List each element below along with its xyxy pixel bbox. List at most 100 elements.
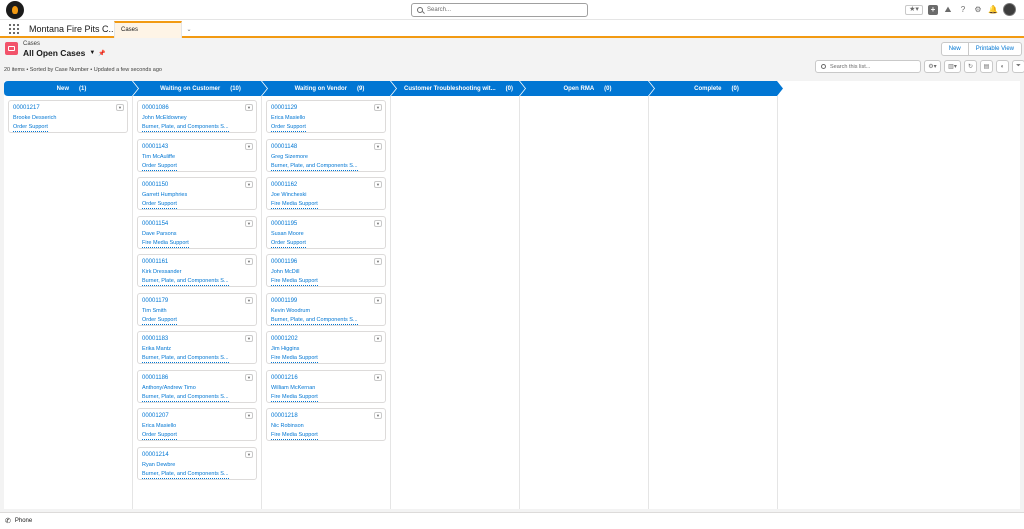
case-card[interactable]: 00001216 William McKernan Fire Media Suppo… — [266, 369, 386, 403]
case-number-link[interactable]: 00001162 — [271, 181, 381, 189]
case-card[interactable]: 00001202 Jim Higgins Fire Media Support ▼ — [266, 331, 386, 364]
case-card[interactable]: 00001196 John McDill Fire Media Support ▼ — [266, 254, 386, 287]
refresh-icon[interactable]: ↻ — [964, 60, 977, 73]
card-menu-chevron-icon[interactable]: ▼ — [245, 181, 253, 188]
case-card[interactable]: 00001143 Tim McAuliffe Order Support ▼ — [137, 138, 257, 172]
case-card[interactable]: 00001086 John McEldowney Burner, Plate, an… — [137, 100, 257, 133]
setup-gear-icon[interactable]: ⚙ — [973, 5, 983, 15]
stage-header[interactable]: Open RMA (0) — [520, 81, 655, 96]
list-search-input[interactable]: Search this list... — [815, 60, 921, 73]
case-number-link[interactable]: 00001186 — [142, 374, 252, 382]
app-launcher-icon[interactable] — [9, 24, 19, 34]
case-card[interactable]: 00001161 Kirk Dressander Burner, Plate, an… — [137, 254, 257, 287]
contact-name-link[interactable]: Tim Smith — [142, 307, 252, 316]
kanban-settings-icon[interactable]: ▤ — [980, 60, 993, 73]
case-number-link[interactable]: 00001143 — [142, 143, 252, 151]
case-card[interactable]: 00001148 Greg Sizemore Burner, Plate, and … — [266, 138, 386, 172]
case-number-link[interactable]: 00001218 — [271, 412, 381, 420]
contact-name-link[interactable]: Erica Masiello — [271, 114, 381, 123]
contact-name-link[interactable]: Brooke Desserich — [13, 114, 123, 123]
contact-name-link[interactable]: Erica Masiello — [142, 422, 252, 431]
case-type-link[interactable]: Fire Media Support — [271, 200, 318, 209]
card-menu-chevron-icon[interactable]: ▼ — [374, 104, 382, 111]
case-number-link[interactable]: 00001086 — [142, 104, 252, 112]
org-logo[interactable] — [6, 1, 24, 19]
case-card[interactable]: 00001150 Garrett Humphries Order Support ▼ — [137, 177, 257, 210]
card-menu-chevron-icon[interactable]: ▼ — [374, 258, 382, 265]
pin-icon[interactable]: 📌 — [98, 50, 105, 57]
case-number-link[interactable]: 00001195 — [271, 220, 381, 228]
card-menu-chevron-icon[interactable]: ▼ — [374, 335, 382, 342]
new-button[interactable]: New — [940, 42, 969, 56]
favorites-icon[interactable]: ★▾ — [905, 4, 923, 15]
case-type-link[interactable]: Burner, Plate, and Components S... — [142, 277, 229, 286]
case-type-link[interactable]: Fire Media Support — [271, 277, 318, 286]
case-type-link[interactable]: Order Support — [142, 162, 177, 171]
case-number-link[interactable]: 00001161 — [142, 258, 252, 266]
case-type-link[interactable]: Fire Media Support — [142, 239, 189, 248]
case-type-link[interactable]: Fire Media Support — [271, 393, 318, 402]
case-number-link[interactable]: 00001150 — [142, 181, 252, 189]
case-number-link[interactable]: 00001154 — [142, 220, 252, 228]
contact-name-link[interactable]: Garrett Humphries — [142, 191, 252, 200]
stage-header[interactable]: Waiting on Customer (10) — [133, 81, 268, 96]
case-type-link[interactable]: Order Support — [271, 123, 306, 132]
case-type-link[interactable]: Burner, Plate, and Components S... — [142, 354, 229, 363]
case-number-link[interactable]: 00001207 — [142, 412, 252, 420]
case-card[interactable]: 00001154 Dave Parsons Fire Media Support ▼ — [137, 215, 257, 249]
case-type-link[interactable]: Order Support — [142, 200, 177, 209]
case-type-link[interactable]: Order Support — [142, 431, 177, 440]
contact-name-link[interactable]: William McKernan — [271, 384, 381, 393]
case-card[interactable]: 00001195 Susan Moore Order Support ▼ — [266, 215, 386, 249]
trailhead-icon[interactable]: ⛰ — [943, 5, 953, 15]
card-menu-chevron-icon[interactable]: ▼ — [374, 373, 382, 381]
contact-name-link[interactable]: Erika Mantz — [142, 345, 252, 354]
card-menu-chevron-icon[interactable]: ▼ — [245, 450, 253, 458]
user-avatar[interactable] — [1003, 3, 1016, 16]
case-card[interactable]: 00001199 Kevin Woodrum Burner, Plate, and … — [266, 292, 386, 326]
case-type-link[interactable]: Order Support — [271, 239, 306, 248]
printable-view-button[interactable]: Printable View — [968, 42, 1022, 56]
case-number-link[interactable]: 00001202 — [271, 335, 381, 343]
case-number-link[interactable]: 00001183 — [142, 335, 252, 343]
card-menu-chevron-icon[interactable]: ▼ — [374, 181, 382, 188]
chart-icon[interactable]: ◐ — [996, 60, 1009, 73]
case-type-link[interactable]: Burner, Plate, and Components S... — [142, 393, 229, 402]
tab-menu-chevron-icon[interactable]: ⌄ — [182, 23, 196, 35]
contact-name-link[interactable]: Tim McAuliffe — [142, 153, 252, 162]
card-menu-chevron-icon[interactable]: ▼ — [374, 412, 382, 419]
phone-icon[interactable]: ✆ — [5, 517, 11, 525]
case-card[interactable]: 00001217 Brooke Desserich Order Support ▼ — [8, 100, 128, 133]
card-menu-chevron-icon[interactable]: ▼ — [245, 335, 253, 342]
card-menu-chevron-icon[interactable]: ▼ — [374, 219, 382, 227]
global-actions-icon[interactable]: + — [928, 4, 938, 15]
case-number-link[interactable]: 00001179 — [142, 297, 252, 305]
tab-cases[interactable]: Cases — [114, 21, 182, 38]
case-number-link[interactable]: 00001148 — [271, 143, 381, 151]
card-menu-chevron-icon[interactable]: ▼ — [374, 296, 382, 304]
card-menu-chevron-icon[interactable]: ▼ — [245, 219, 253, 227]
contact-name-link[interactable]: Susan Moore — [271, 230, 381, 239]
list-view-picker[interactable]: All Open Cases ▼ — [23, 48, 95, 58]
case-type-link[interactable]: Fire Media Support — [271, 354, 318, 363]
case-type-link[interactable]: Burner, Plate, and Components S... — [142, 470, 229, 479]
case-type-link[interactable]: Burner, Plate, and Components S... — [271, 162, 358, 171]
case-number-link[interactable]: 00001196 — [271, 258, 381, 266]
card-menu-chevron-icon[interactable]: ▼ — [245, 104, 253, 111]
case-number-link[interactable]: 00001129 — [271, 104, 381, 112]
case-card[interactable]: 00001162 Joe Wincheski Fire Media Support ▼ — [266, 177, 386, 210]
case-card[interactable]: 00001218 Nic Robinson Fire Media Support ▼ — [266, 408, 386, 441]
list-settings-gear-icon[interactable]: ⚙▾ — [924, 60, 941, 73]
card-menu-chevron-icon[interactable]: ▼ — [116, 104, 124, 111]
case-card[interactable]: 00001186 Anthony/Andrew Timo Burner, Plate… — [137, 369, 257, 403]
display-as-icon[interactable]: ▥▾ — [944, 60, 961, 73]
case-number-link[interactable]: 00001199 — [271, 297, 381, 305]
filter-icon[interactable]: ⏷ — [1012, 60, 1024, 73]
stage-header[interactable]: New (1) — [4, 81, 139, 96]
card-menu-chevron-icon[interactable]: ▼ — [245, 412, 253, 419]
case-number-link[interactable]: 00001217 — [13, 104, 123, 112]
contact-name-link[interactable]: Anthony/Andrew Timo — [142, 384, 252, 393]
case-card[interactable]: 00001214 Ryan Dewbre Burner, Plate, and Co… — [137, 446, 257, 480]
contact-name-link[interactable]: Greg Sizemore — [271, 153, 381, 162]
card-menu-chevron-icon[interactable]: ▼ — [245, 258, 253, 265]
